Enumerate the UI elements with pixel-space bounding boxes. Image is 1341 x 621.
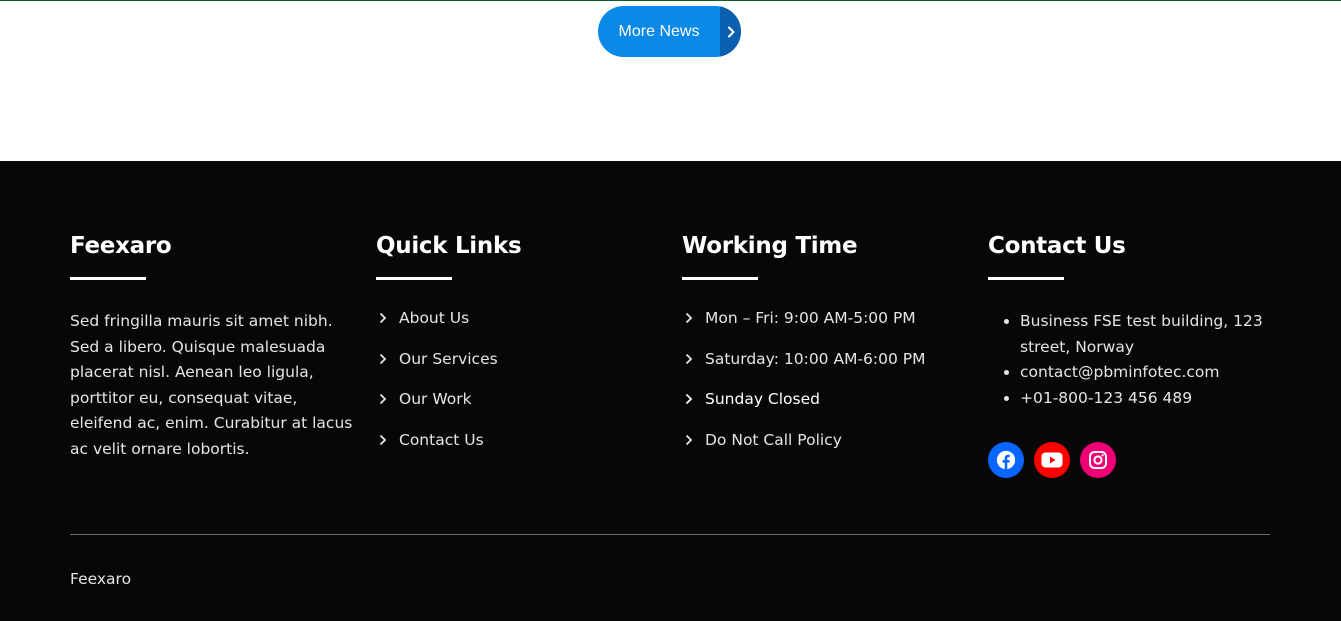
- contact-list: Business FSE test building, 123 street, …: [988, 309, 1268, 411]
- quick-link-label[interactable]: About Us: [399, 308, 469, 328]
- instagram-icon[interactable]: [1080, 442, 1116, 478]
- footer-quick-links-column: Quick Links About Us Our Services Our Wo…: [376, 231, 656, 471]
- working-time-text: Saturday: 10:00 AM-6:00 PM: [705, 349, 926, 368]
- site-footer: Feexaro Sed fringilla mauris sit amet ni…: [0, 161, 1341, 621]
- quick-link-services[interactable]: Our Services: [376, 349, 656, 390]
- do-not-call-policy-link[interactable]: Do Not Call Policy: [682, 430, 962, 471]
- more-news-button[interactable]: More News: [598, 6, 741, 57]
- quick-link-label[interactable]: Our Work: [399, 389, 472, 409]
- contact-email[interactable]: contact@pbminfotec.com: [1020, 360, 1268, 386]
- heading-underline: [376, 277, 452, 280]
- working-time-item: Sunday Closed: [682, 389, 962, 430]
- contact-title: Contact Us: [988, 233, 1126, 259]
- working-time-title: Working Time: [682, 233, 858, 259]
- chevron-right-icon: [685, 430, 705, 450]
- chevron-right-icon: [685, 308, 705, 328]
- social-links: [988, 442, 1116, 478]
- chevron-right-icon: [720, 6, 741, 57]
- working-time-item: Mon – Fri: 9:00 AM-5:00 PM: [682, 308, 962, 349]
- chevron-right-icon: [685, 389, 705, 409]
- working-time-item: Saturday: 10:00 AM-6:00 PM: [682, 349, 962, 390]
- footer-working-time-column: Working Time Mon – Fri: 9:00 AM-5:00 PM …: [682, 231, 962, 471]
- working-time-list: Mon – Fri: 9:00 AM-5:00 PM Saturday: 10:…: [682, 308, 962, 471]
- quick-link-label[interactable]: Our Services: [399, 349, 498, 369]
- chevron-right-icon: [379, 308, 399, 328]
- chevron-right-icon: [379, 389, 399, 409]
- quick-link-work[interactable]: Our Work: [376, 389, 656, 430]
- do-not-call-policy-label[interactable]: Do Not Call Policy: [705, 430, 842, 450]
- quick-link-contact[interactable]: Contact Us: [376, 430, 656, 471]
- working-time-text: Sunday Closed: [705, 390, 820, 409]
- chevron-right-icon: [379, 349, 399, 369]
- facebook-icon[interactable]: [988, 442, 1024, 478]
- footer-brand-title: Feexaro: [70, 233, 172, 259]
- heading-underline: [70, 277, 146, 280]
- chevron-right-icon: [379, 430, 399, 450]
- top-border-line: [0, 0, 1341, 1]
- contact-phone[interactable]: +01-800-123 456 489: [1020, 386, 1268, 412]
- footer-divider: [70, 534, 1270, 535]
- quick-link-label[interactable]: Contact Us: [399, 430, 484, 450]
- quick-links-list: About Us Our Services Our Work Contact U…: [376, 308, 656, 471]
- heading-underline: [682, 277, 758, 280]
- contact-address: Business FSE test building, 123 street, …: [1020, 309, 1268, 360]
- footer-brand-text: Sed fringilla mauris sit amet nibh. Sed …: [70, 312, 353, 458]
- heading-underline: [988, 277, 1064, 280]
- copyright-text: Feexaro: [70, 570, 132, 588]
- quick-links-title: Quick Links: [376, 233, 522, 259]
- quick-link-about[interactable]: About Us: [376, 308, 656, 349]
- chevron-right-icon: [685, 349, 705, 369]
- youtube-icon[interactable]: [1034, 442, 1070, 478]
- more-news-label: More News: [618, 22, 700, 40]
- footer-contact-column: Contact Us Business FSE test building, 1…: [988, 231, 1268, 411]
- footer-brand-column: Feexaro Sed fringilla mauris sit amet ni…: [70, 231, 352, 463]
- working-time-text: Mon – Fri: 9:00 AM-5:00 PM: [705, 309, 916, 327]
